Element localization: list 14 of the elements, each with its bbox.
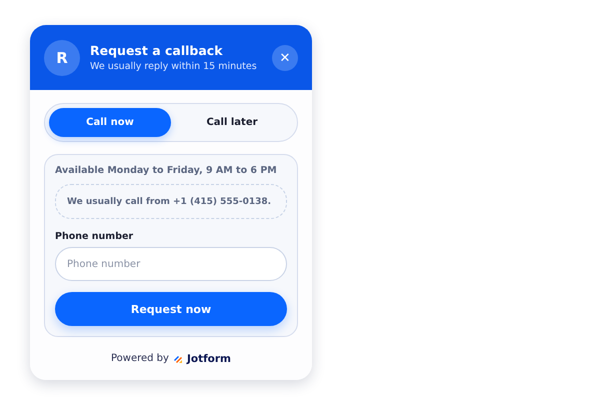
brand-name: Jotform — [186, 352, 231, 364]
request-button[interactable]: Request now — [55, 292, 287, 326]
phone-input[interactable]: Phone number — [55, 247, 287, 281]
caller-notice: We usually call from +1 (415) 555-0138. — [55, 184, 287, 219]
powered-by-text: Powered by — [110, 353, 169, 364]
field-label: Phone number — [55, 231, 134, 242]
close-button[interactable]: ✕ — [272, 44, 298, 70]
avatar: R — [44, 40, 80, 76]
logo-icon — [172, 354, 183, 364]
tab[interactable]: Call later — [171, 108, 293, 137]
tab[interactable]: Call now — [49, 108, 171, 137]
card-subtitle: We usually reply within 15 minutes — [90, 61, 258, 72]
card-title: Request a callback — [90, 43, 224, 58]
availability-text: Available Monday to Friday, 9 AM to 6 PM — [55, 165, 278, 176]
